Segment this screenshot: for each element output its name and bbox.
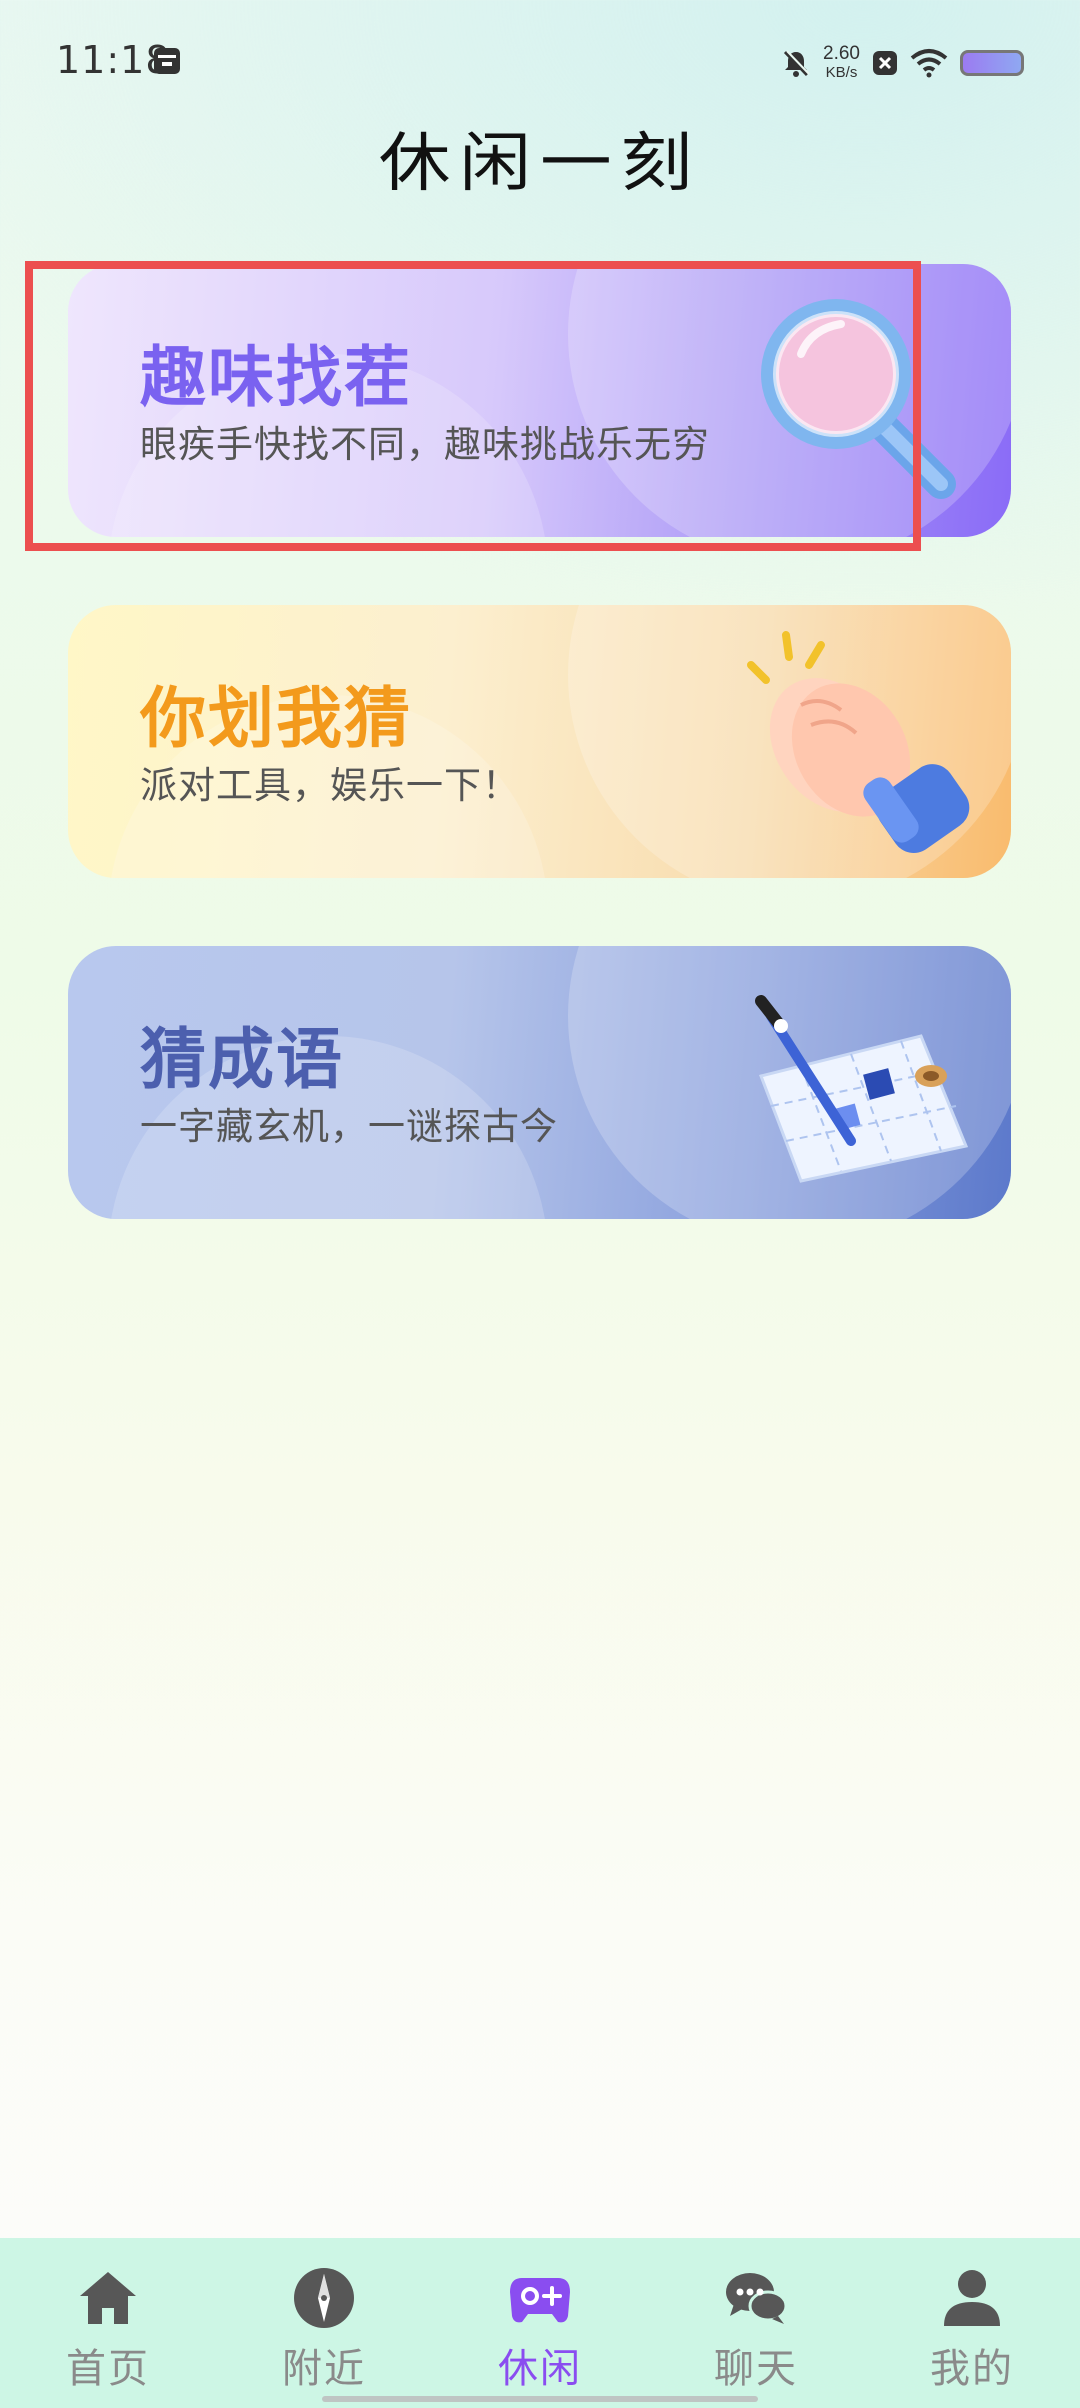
mute-bell-icon	[783, 50, 810, 77]
card-title: 你划我猜	[140, 680, 412, 757]
nav-label-leisure: 休闲	[498, 2346, 582, 2392]
nav-item-leisure[interactable]: 休闲	[450, 2238, 630, 2394]
clapping-hands-icon	[747, 631, 970, 853]
home-icon	[80, 2272, 136, 2324]
net-speed-unit: KB/s	[825, 64, 858, 81]
map-icon	[755, 995, 969, 1183]
page-title: 休闲一刻	[378, 127, 702, 201]
card-subtitle: 派对工具，娱乐一下！	[140, 764, 520, 807]
card-guess-idiom[interactable]: 猜成语 一字藏玄机，一谜探古今	[68, 946, 1011, 1219]
close-box-icon	[873, 51, 897, 75]
magnifier-icon	[761, 299, 956, 499]
net-speed: 2.60 KB/s	[823, 44, 860, 82]
card-subtitle: 一字藏玄机，一谜探古今	[140, 1105, 558, 1148]
card-title: 猜成语	[140, 1021, 344, 1098]
bottom-nav: 首页 附近 休闲 聊天 我的	[0, 2238, 1080, 2408]
card-title: 趣味找茬	[140, 339, 412, 416]
nav-item-me[interactable]: 我的	[882, 2238, 1062, 2394]
nav-label-me: 我的	[930, 2346, 1014, 2392]
chat-bubbles-icon	[726, 2273, 788, 2324]
nav-item-nearby[interactable]: 附近	[234, 2238, 414, 2394]
card-subtitle: 眼疾手快找不同，趣味挑战乐无穷	[140, 423, 710, 466]
status-icons: 2.60 KB/s	[781, 40, 1024, 86]
user-icon	[944, 2270, 1000, 2326]
net-speed-value: 2.60	[823, 43, 860, 64]
nav-label-nearby: 附近	[282, 2346, 366, 2392]
status-bar: 11:18 2.60 KB/s	[0, 0, 1080, 120]
card-draw-and-guess[interactable]: 你划我猜 派对工具，娱乐一下！	[68, 605, 1011, 878]
wifi-icon	[910, 49, 948, 78]
card-spot-the-difference[interactable]: 趣味找茬 眼疾手快找不同，趣味挑战乐无穷	[68, 264, 1011, 537]
nav-label-home: 首页	[66, 2346, 150, 2392]
compass-icon	[294, 2268, 354, 2328]
nav-item-chat[interactable]: 聊天	[666, 2238, 846, 2394]
battery-icon	[960, 50, 1024, 76]
nav-item-home[interactable]: 首页	[18, 2238, 198, 2394]
gamepad-icon	[510, 2278, 570, 2323]
home-indicator[interactable]	[322, 2396, 758, 2402]
nav-label-chat: 聊天	[714, 2346, 798, 2392]
calendar-icon	[154, 48, 180, 74]
